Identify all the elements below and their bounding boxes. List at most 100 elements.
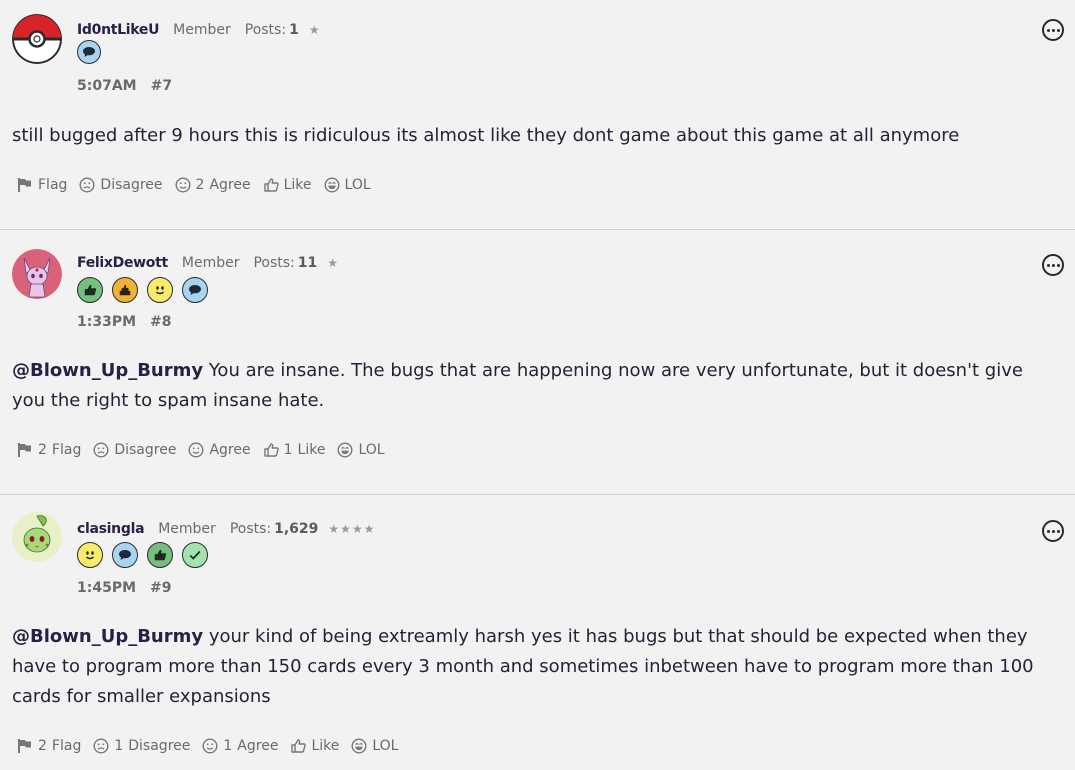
- post-number[interactable]: #8: [150, 314, 171, 330]
- disagree-button[interactable]: Disagree: [93, 442, 176, 458]
- like-label: Like: [311, 738, 340, 754]
- frown-face-icon: [79, 177, 95, 193]
- disagree-count: 1: [114, 738, 124, 754]
- like-count: 1: [283, 442, 293, 458]
- flag-label: Flag: [51, 442, 82, 458]
- disagree-button[interactable]: 1 Disagree: [93, 738, 190, 754]
- post-timestamp: 1:45PM #9: [77, 580, 172, 596]
- rank-stars: ★: [327, 256, 340, 270]
- agree-button[interactable]: 2 Agree: [175, 177, 251, 193]
- post-options-menu-icon[interactable]: [1042, 254, 1064, 276]
- rank-stars: ★★★★: [328, 522, 376, 536]
- lol-button[interactable]: LOL: [351, 738, 398, 754]
- post-options-menu-icon[interactable]: [1042, 520, 1064, 542]
- lol-button[interactable]: LOL: [337, 442, 385, 458]
- laugh-face-icon: [324, 177, 340, 193]
- reaction-bar: Flag Disagree 2 Agree Like LOL: [17, 177, 383, 193]
- badge-list: [77, 40, 101, 64]
- agree-count: 1: [223, 738, 233, 754]
- post-timestamp: 5:07AM #7: [77, 78, 172, 94]
- posts-label: Posts:: [244, 22, 287, 38]
- post-body: @Blown_Up_Burmy You are insane. The bugs…: [12, 356, 1035, 416]
- author-rank: Member: [173, 22, 231, 38]
- laugh-face-icon: [337, 442, 353, 458]
- flag-button[interactable]: 2 Flag: [17, 442, 81, 458]
- posts-count: 1,629: [274, 521, 319, 537]
- flag-icon: [18, 443, 31, 457]
- flag-button[interactable]: 2 Flag: [17, 738, 81, 754]
- thumbs-up-badge-icon[interactable]: [77, 277, 103, 303]
- lol-label: LOL: [344, 177, 371, 193]
- avatar-chikorita[interactable]: [12, 512, 62, 562]
- thumbs-up-icon: [263, 178, 279, 192]
- post-number[interactable]: #7: [151, 78, 172, 94]
- post-body: @Blown_Up_Burmy your kind of being extre…: [12, 622, 1035, 712]
- agree-count: 2: [195, 177, 205, 193]
- author-rank: Member: [181, 255, 240, 271]
- post-time[interactable]: 1:45PM: [77, 580, 136, 596]
- posts-count: 11: [297, 255, 318, 271]
- like-button[interactable]: Like: [290, 738, 339, 754]
- avatar-pokeball[interactable]: [12, 14, 62, 64]
- flag-button[interactable]: Flag: [17, 177, 67, 193]
- user-mention-link[interactable]: @Blown_Up_Burmy: [12, 360, 203, 381]
- post-meta: clasingla Member Posts: 1,629 ★★★★: [77, 519, 375, 539]
- flag-label: Flag: [51, 738, 82, 754]
- like-label: Like: [283, 177, 312, 193]
- rank-stars: ★: [308, 23, 321, 37]
- badge-list: [77, 277, 208, 303]
- laugh-face-icon: [351, 738, 367, 754]
- agree-button[interactable]: Agree: [188, 442, 251, 458]
- agree-label: Agree: [237, 738, 279, 754]
- avatar-espeon[interactable]: [12, 249, 62, 299]
- author-rank: Member: [158, 521, 216, 537]
- smile-face-icon: [202, 738, 218, 754]
- comment-8: FelixDewott Member Posts: 11 ★ 1:33PM #8…: [0, 230, 1075, 495]
- reaction-bar: 2 Flag 1 Disagree 1 Agree Like LOL: [17, 738, 410, 754]
- speech-bubble-badge-icon[interactable]: [182, 277, 208, 303]
- lol-label: LOL: [372, 738, 399, 754]
- posts-count: 1: [289, 22, 299, 38]
- lol-button[interactable]: LOL: [324, 177, 371, 193]
- disagree-button[interactable]: Disagree: [79, 177, 163, 193]
- author-name[interactable]: clasingla: [77, 521, 145, 537]
- disagree-label: Disagree: [128, 738, 191, 754]
- thumbs-up-icon: [291, 739, 307, 753]
- agree-label: Agree: [209, 177, 251, 193]
- smiley-badge-icon[interactable]: [77, 542, 103, 568]
- smile-face-icon: [188, 442, 204, 458]
- speech-bubble-badge-icon[interactable]: [112, 542, 138, 568]
- comment-9: clasingla Member Posts: 1,629 ★★★★ 1:45P…: [0, 495, 1075, 770]
- posts-label: Posts:: [229, 521, 272, 537]
- author-name[interactable]: FelixDewott: [77, 255, 168, 271]
- smiley-badge-icon[interactable]: [147, 277, 173, 303]
- flag-icon: [18, 739, 31, 753]
- speech-bubble-badge-icon[interactable]: [77, 40, 101, 64]
- like-button[interactable]: 1 Like: [263, 442, 326, 458]
- like-label: Like: [297, 442, 326, 458]
- post-meta: FelixDewott Member Posts: 11 ★: [77, 253, 339, 273]
- user-mention-link[interactable]: @Blown_Up_Burmy: [12, 626, 203, 647]
- smile-face-icon: [175, 177, 191, 193]
- flag-label: Flag: [38, 177, 68, 193]
- post-time[interactable]: 5:07AM: [77, 78, 137, 94]
- badge-list: [77, 542, 208, 568]
- frown-face-icon: [93, 738, 109, 754]
- agree-button[interactable]: 1 Agree: [202, 738, 278, 754]
- like-button[interactable]: Like: [263, 177, 312, 193]
- checkmark-badge-icon[interactable]: [182, 542, 208, 568]
- post-options-menu-icon[interactable]: [1042, 19, 1064, 41]
- flag-count: 2: [38, 738, 47, 754]
- post-timestamp: 1:33PM #8: [77, 314, 172, 330]
- thumbs-up-badge-icon[interactable]: [147, 542, 173, 568]
- flag-icon: [18, 178, 31, 192]
- trophy-thumbs-badge-icon[interactable]: [112, 277, 138, 303]
- reaction-bar: 2 Flag Disagree Agree 1 Like LOL: [17, 442, 397, 458]
- post-time[interactable]: 1:33PM: [77, 314, 136, 330]
- post-number[interactable]: #9: [150, 580, 171, 596]
- disagree-label: Disagree: [100, 177, 163, 193]
- post-body-text: still bugged after 9 hours this is ridic…: [12, 125, 960, 146]
- thumbs-up-icon: [263, 443, 279, 457]
- author-name[interactable]: Id0ntLikeU: [77, 22, 159, 38]
- comment-7: Id0ntLikeU Member Posts: 1 ★ 5:07AM #7 s…: [0, 0, 1075, 230]
